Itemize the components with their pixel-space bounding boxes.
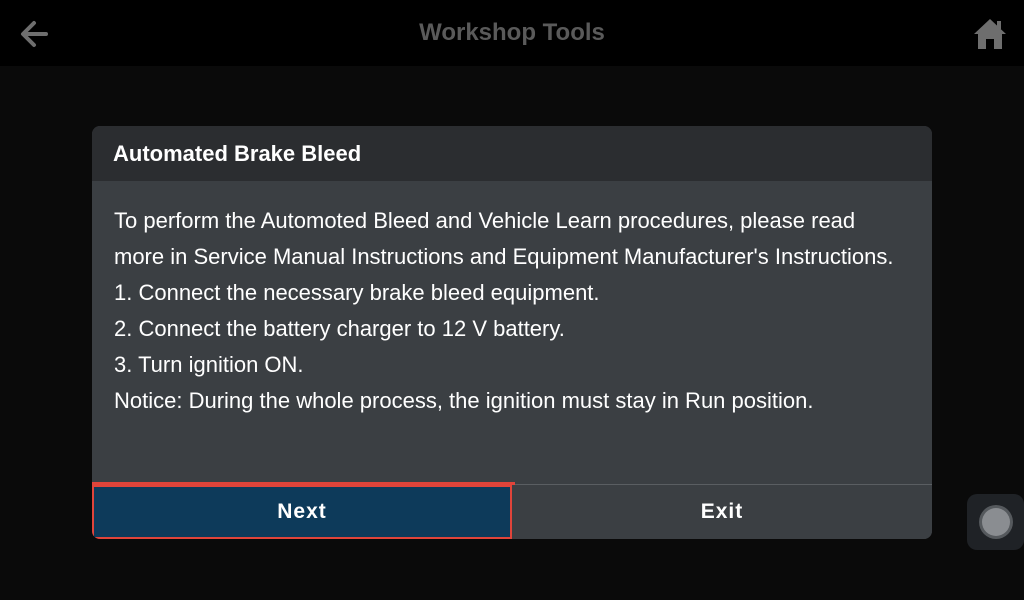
floating-assistive-button[interactable]	[967, 494, 1024, 550]
dialog-footer: Next Exit	[92, 482, 932, 539]
top-bar: Workshop Tools	[0, 0, 1024, 66]
dialog-title: Automated Brake Bleed	[92, 126, 932, 181]
instruction-step-2: 2. Connect the battery charger to 12 V b…	[114, 316, 565, 341]
notice-text: Notice: During the whole process, the ig…	[114, 388, 814, 413]
home-button[interactable]	[968, 12, 1012, 56]
instructions-intro: To perform the Automoted Bleed and Vehic…	[114, 208, 894, 269]
assistive-touch-icon	[981, 508, 1010, 536]
next-button[interactable]: Next	[92, 482, 515, 539]
instruction-step-3: 3. Turn ignition ON.	[114, 352, 304, 377]
brake-bleed-dialog: Automated Brake Bleed To perform the Aut…	[92, 126, 932, 539]
home-icon	[974, 19, 1006, 49]
dialog-body: To perform the Automoted Bleed and Vehic…	[92, 181, 932, 463]
page-title: Workshop Tools	[419, 19, 605, 46]
exit-button[interactable]: Exit	[512, 485, 932, 539]
instruction-step-1: 1. Connect the necessary brake bleed equ…	[114, 280, 600, 305]
